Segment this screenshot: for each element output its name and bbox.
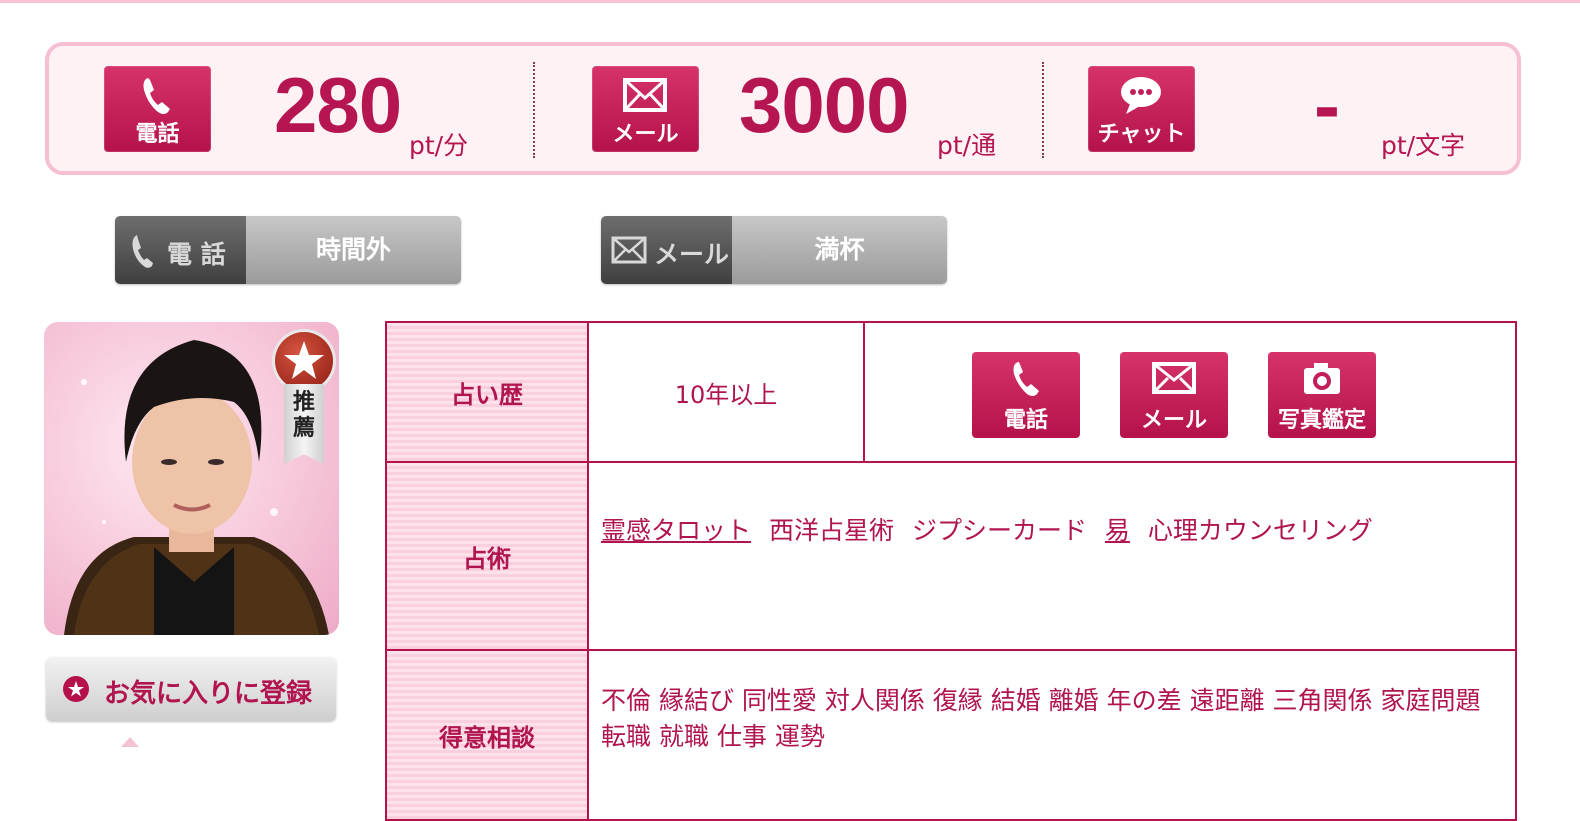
service-phone-label: 電話 <box>1003 408 1048 433</box>
service-photo-badge: 写真鑑定 <box>1268 352 1376 438</box>
service-mail-badge: メール <box>1120 352 1228 438</box>
phone-icon <box>143 78 170 114</box>
service-mail-label: メール <box>1140 408 1207 433</box>
mail-status-button[interactable]: メール 満杯 <box>601 216 947 284</box>
mail-unit: pt/通 <box>937 131 997 160</box>
divider <box>1042 62 1044 158</box>
service-phone-badge: 電話 <box>972 352 1080 438</box>
service-photo-label: 写真鑑定 <box>1277 408 1366 433</box>
methods-cell: 霊感タロット 西洋占星術 ジプシーカード 易 心理カウンセリング <box>587 461 1517 651</box>
phone-status-button[interactable]: 電 話 時間外 <box>115 216 461 284</box>
chat-price-tile: チャット <box>1088 66 1195 152</box>
divider <box>533 62 535 158</box>
method-link-reikan-tarot[interactable]: 霊感タロット <box>601 516 751 545</box>
specialties-header: 得意相談 <box>385 649 589 821</box>
ribbon-char-2: 薦 <box>292 416 315 441</box>
recommended-star-icon <box>275 332 333 390</box>
profile-info-table: 占い歴 10年以上 電話 メール 写真鑑定 占術 霊感タロット 西洋占星術 ジプ… <box>385 321 1517 821</box>
mail-status-label-area: メール <box>601 216 732 284</box>
mail-status-label: メール <box>654 240 730 269</box>
phone-price: 280 <box>274 61 402 149</box>
method-link-i-ching[interactable]: 易 <box>1105 516 1130 545</box>
phone-unit: pt/分 <box>409 131 469 160</box>
favorite-label: お気に入りに登録 <box>104 679 313 709</box>
chat-label: チャット <box>1097 122 1186 147</box>
chat-unit: pt/文字 <box>1381 131 1466 160</box>
method-psych-counseling: 心理カウンセリング <box>1147 516 1373 545</box>
recommended-ribbon: 推 薦 <box>284 384 324 464</box>
mail-icon <box>1152 362 1196 394</box>
scroll-hint-arrow <box>121 737 139 747</box>
mail-price-tile: メール <box>592 66 699 152</box>
phone-label: 電話 <box>135 122 180 147</box>
chat-icon <box>1121 77 1161 114</box>
method-gypsy-card: ジプシーカード <box>911 516 1087 545</box>
chat-price: - <box>1314 61 1340 149</box>
mail-label: メール <box>612 122 679 147</box>
phone-status-state: 時間外 <box>246 216 461 284</box>
mail-status-state: 満杯 <box>732 216 947 284</box>
services-cell: 電話 メール 写真鑑定 <box>863 321 1517 463</box>
experience-value: 10年以上 <box>587 321 865 463</box>
top-border <box>0 0 1580 3</box>
experience-header: 占い歴 <box>385 321 589 463</box>
phone-icon <box>1013 362 1039 396</box>
method-western-astrology: 西洋占星術 <box>768 516 894 545</box>
ribbon-char-1: 推 <box>292 390 315 415</box>
phone-icon <box>132 235 153 268</box>
mail-icon <box>623 78 667 112</box>
mail-price: 3000 <box>739 61 910 149</box>
camera-icon <box>1304 363 1340 394</box>
methods-header: 占術 <box>385 461 589 651</box>
phone-status-label: 電 話 <box>167 240 226 269</box>
mail-icon <box>611 236 647 264</box>
phone-status-label-area: 電 話 <box>115 216 246 284</box>
specialties-text: 不倫 縁結び 同性愛 対人関係 復縁 結婚 離婚 年の差 遠距離 三角関係 家庭… <box>587 649 1517 821</box>
star-icon <box>63 676 89 702</box>
add-favorite-button[interactable]: お気に入りに登録 <box>46 657 336 721</box>
price-bar: 電話 280 pt/分 メール 3000 pt/通 チャット - pt/文字 <box>45 42 1521 175</box>
phone-price-tile: 電話 <box>104 66 211 152</box>
